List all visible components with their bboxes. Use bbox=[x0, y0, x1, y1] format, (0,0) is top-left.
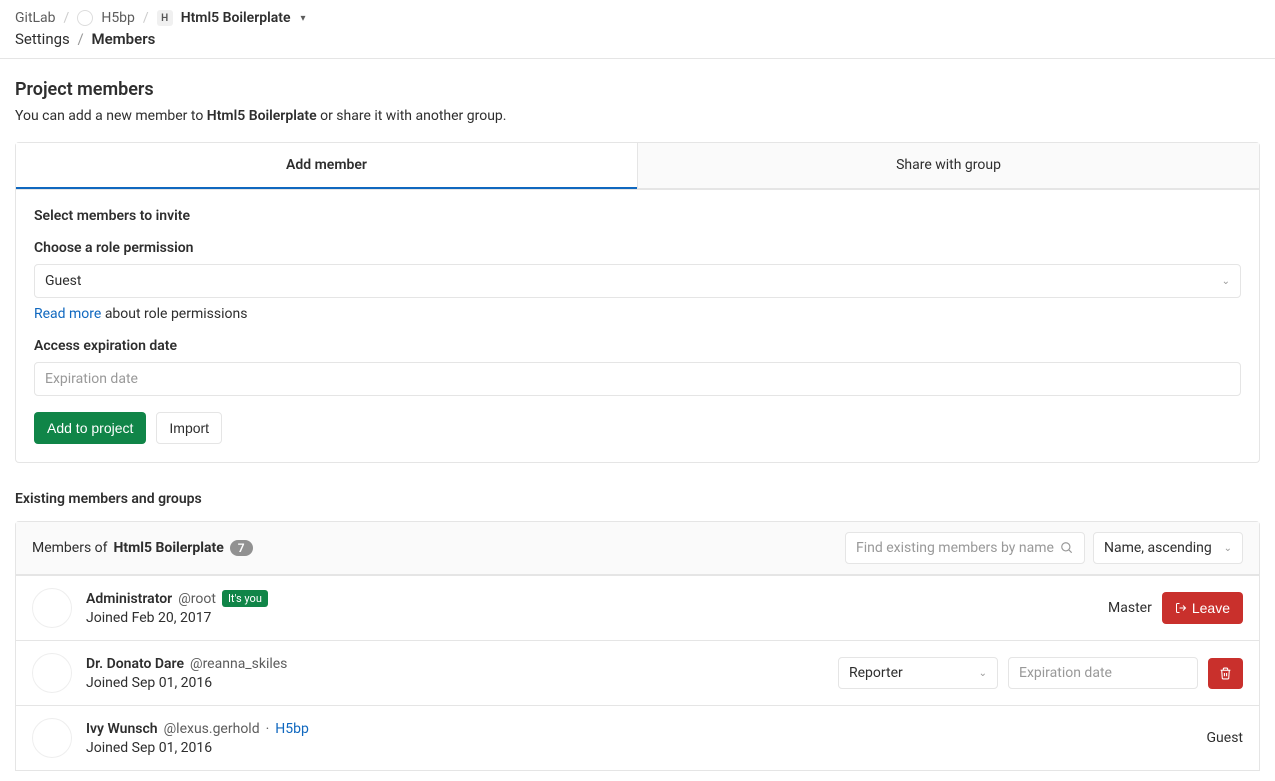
tabs: Add member Share with group bbox=[15, 142, 1260, 190]
sort-select[interactable]: Name, ascending ⌄ bbox=[1093, 532, 1243, 564]
member-row: Administrator @root It's you Joined Feb … bbox=[16, 575, 1259, 640]
sign-out-icon bbox=[1175, 602, 1187, 614]
select-members-label: Select members to invite bbox=[34, 208, 1241, 224]
role-select-value: Reporter bbox=[849, 665, 903, 681]
remove-member-button[interactable] bbox=[1208, 658, 1243, 689]
chevron-down-icon: ⌄ bbox=[1222, 276, 1230, 287]
leave-button[interactable]: Leave bbox=[1162, 592, 1243, 624]
sub-breadcrumbs: Settings / Members bbox=[15, 30, 1260, 48]
find-members-input[interactable]: Find existing members by name bbox=[845, 532, 1085, 564]
member-row: Dr. Donato Dare @reanna_skiles Joined Se… bbox=[16, 640, 1259, 705]
role-permission-value: Guest bbox=[45, 273, 81, 289]
subtitle-pre: You can add a new member to bbox=[15, 108, 207, 124]
member-info: Ivy Wunsch @lexus.gerhold · H5bp Joined … bbox=[86, 721, 1193, 756]
chevron-down-icon: ⌄ bbox=[979, 668, 987, 679]
breadcrumb-sep: / bbox=[64, 10, 70, 26]
subtitle-post: or share it with another group. bbox=[317, 108, 507, 124]
project-avatar-icon: H bbox=[157, 10, 173, 26]
member-info: Administrator @root It's you Joined Feb … bbox=[86, 590, 1094, 626]
tab-share-with-group[interactable]: Share with group bbox=[637, 143, 1259, 189]
breadcrumb-root[interactable]: GitLab bbox=[15, 10, 56, 26]
members-panel: Members of Html5 Boilerplate 7 Find exis… bbox=[15, 521, 1260, 771]
member-handle: @reanna_skiles bbox=[190, 656, 287, 672]
divider bbox=[0, 58, 1275, 59]
member-role: Guest bbox=[1207, 730, 1243, 746]
via-group-link[interactable]: H5bp bbox=[275, 721, 309, 737]
tab-add-member[interactable]: Add member bbox=[16, 143, 637, 189]
avatar[interactable] bbox=[32, 588, 72, 628]
breadcrumb-sep: / bbox=[143, 10, 149, 26]
member-actions: Reporter ⌄ Expiration date bbox=[838, 657, 1243, 689]
trash-icon bbox=[1219, 667, 1232, 680]
expiration-label: Access expiration date bbox=[34, 338, 1241, 354]
import-button[interactable]: Import bbox=[156, 412, 222, 444]
member-actions: Master Leave bbox=[1108, 592, 1243, 624]
page-title: Project members bbox=[15, 79, 1260, 100]
members-of-pre: Members of bbox=[32, 540, 108, 556]
breadcrumb-group[interactable]: H5bp bbox=[101, 10, 135, 26]
member-handle: @lexus.gerhold bbox=[164, 721, 260, 737]
chevron-down-icon[interactable]: ▾ bbox=[301, 13, 306, 24]
chevron-down-icon: ⌄ bbox=[1224, 543, 1232, 554]
existing-heading: Existing members and groups bbox=[15, 491, 1260, 507]
avatar[interactable] bbox=[32, 718, 72, 758]
role-permission-hint: Read more about role permissions bbox=[34, 306, 1241, 322]
its-you-badge: It's you bbox=[222, 590, 268, 607]
search-icon bbox=[1060, 541, 1074, 555]
member-handle: @root bbox=[178, 591, 216, 607]
breadcrumb-sep: / bbox=[78, 30, 84, 48]
add-member-panel: Select members to invite Choose a role p… bbox=[15, 190, 1260, 463]
group-avatar-icon bbox=[77, 10, 93, 26]
member-joined: Joined Feb 20, 2017 bbox=[86, 610, 1094, 626]
member-role: Master bbox=[1108, 600, 1152, 616]
breadcrumb-settings[interactable]: Settings bbox=[15, 30, 70, 48]
project-avatar-initial: H bbox=[161, 13, 168, 24]
role-permission-label: Choose a role permission bbox=[34, 240, 1241, 256]
members-controls: Find existing members by name Name, asce… bbox=[845, 532, 1243, 564]
leave-label: Leave bbox=[1192, 600, 1230, 616]
subtitle-project: Html5 Boilerplate bbox=[207, 108, 317, 124]
members-count-badge: 7 bbox=[230, 540, 253, 556]
page-subtitle: You can add a new member to Html5 Boiler… bbox=[15, 108, 1260, 124]
expiration-date-input[interactable]: Expiration date bbox=[34, 362, 1241, 396]
member-joined: Joined Sep 01, 2016 bbox=[86, 740, 1193, 756]
add-to-project-button[interactable]: Add to project bbox=[34, 412, 146, 444]
member-info: Dr. Donato Dare @reanna_skiles Joined Se… bbox=[86, 656, 824, 691]
breadcrumbs: GitLab / H5bp / H Html5 Boilerplate ▾ bbox=[15, 10, 1260, 26]
members-header: Members of Html5 Boilerplate 7 Find exis… bbox=[16, 522, 1259, 575]
avatar[interactable] bbox=[32, 653, 72, 693]
breadcrumb-members: Members bbox=[91, 30, 155, 48]
member-name[interactable]: Ivy Wunsch bbox=[86, 721, 158, 737]
search-placeholder: Find existing members by name bbox=[856, 540, 1054, 556]
form-buttons: Add to project Import bbox=[34, 412, 1241, 444]
role-permission-select[interactable]: Guest ⌄ bbox=[34, 264, 1241, 298]
read-more-link[interactable]: Read more bbox=[34, 306, 101, 322]
member-name[interactable]: Administrator bbox=[86, 591, 172, 607]
members-count-label: Members of Html5 Boilerplate 7 bbox=[32, 540, 253, 556]
members-of-project: Html5 Boilerplate bbox=[114, 540, 224, 556]
member-name[interactable]: Dr. Donato Dare bbox=[86, 656, 184, 672]
member-role-select[interactable]: Reporter ⌄ bbox=[838, 657, 998, 689]
member-row: Ivy Wunsch @lexus.gerhold · H5bp Joined … bbox=[16, 705, 1259, 770]
expiration-placeholder: Expiration date bbox=[45, 371, 138, 387]
member-actions: Guest bbox=[1207, 730, 1243, 746]
hint-rest: about role permissions bbox=[101, 306, 247, 322]
member-expiration-input[interactable]: Expiration date bbox=[1008, 657, 1198, 689]
member-joined: Joined Sep 01, 2016 bbox=[86, 675, 824, 691]
sort-value: Name, ascending bbox=[1104, 540, 1212, 556]
breadcrumb-project[interactable]: Html5 Boilerplate bbox=[181, 10, 291, 26]
via-sep: · bbox=[266, 721, 270, 737]
